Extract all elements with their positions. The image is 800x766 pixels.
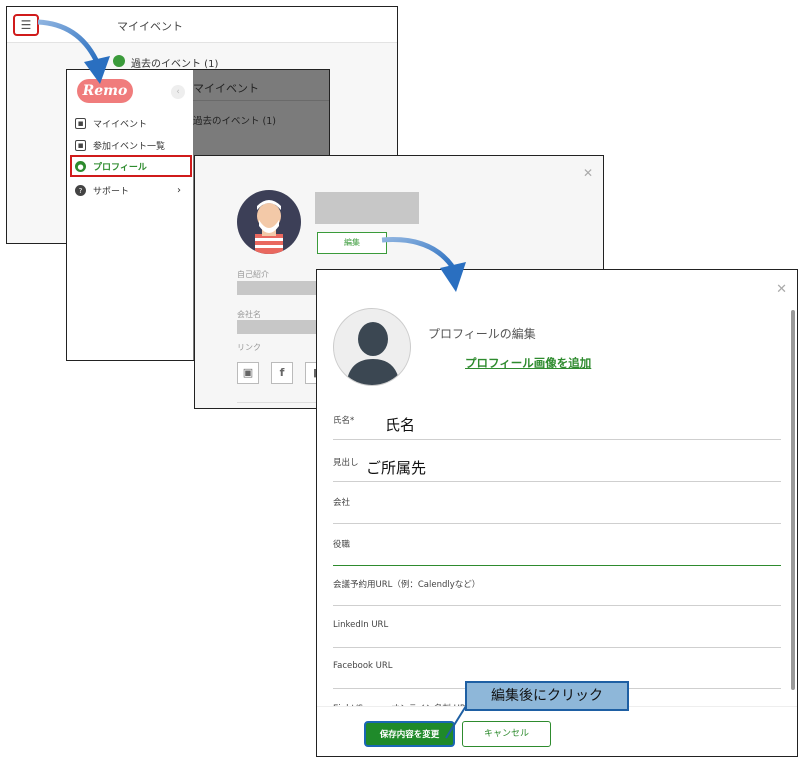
instruction-callout: 編集後にクリック: [465, 681, 629, 711]
arrow-icon: [37, 19, 110, 84]
arrow-icon: [381, 237, 466, 292]
arrows-overlay: [37, 19, 467, 739]
arrow-icon: [445, 705, 467, 739]
